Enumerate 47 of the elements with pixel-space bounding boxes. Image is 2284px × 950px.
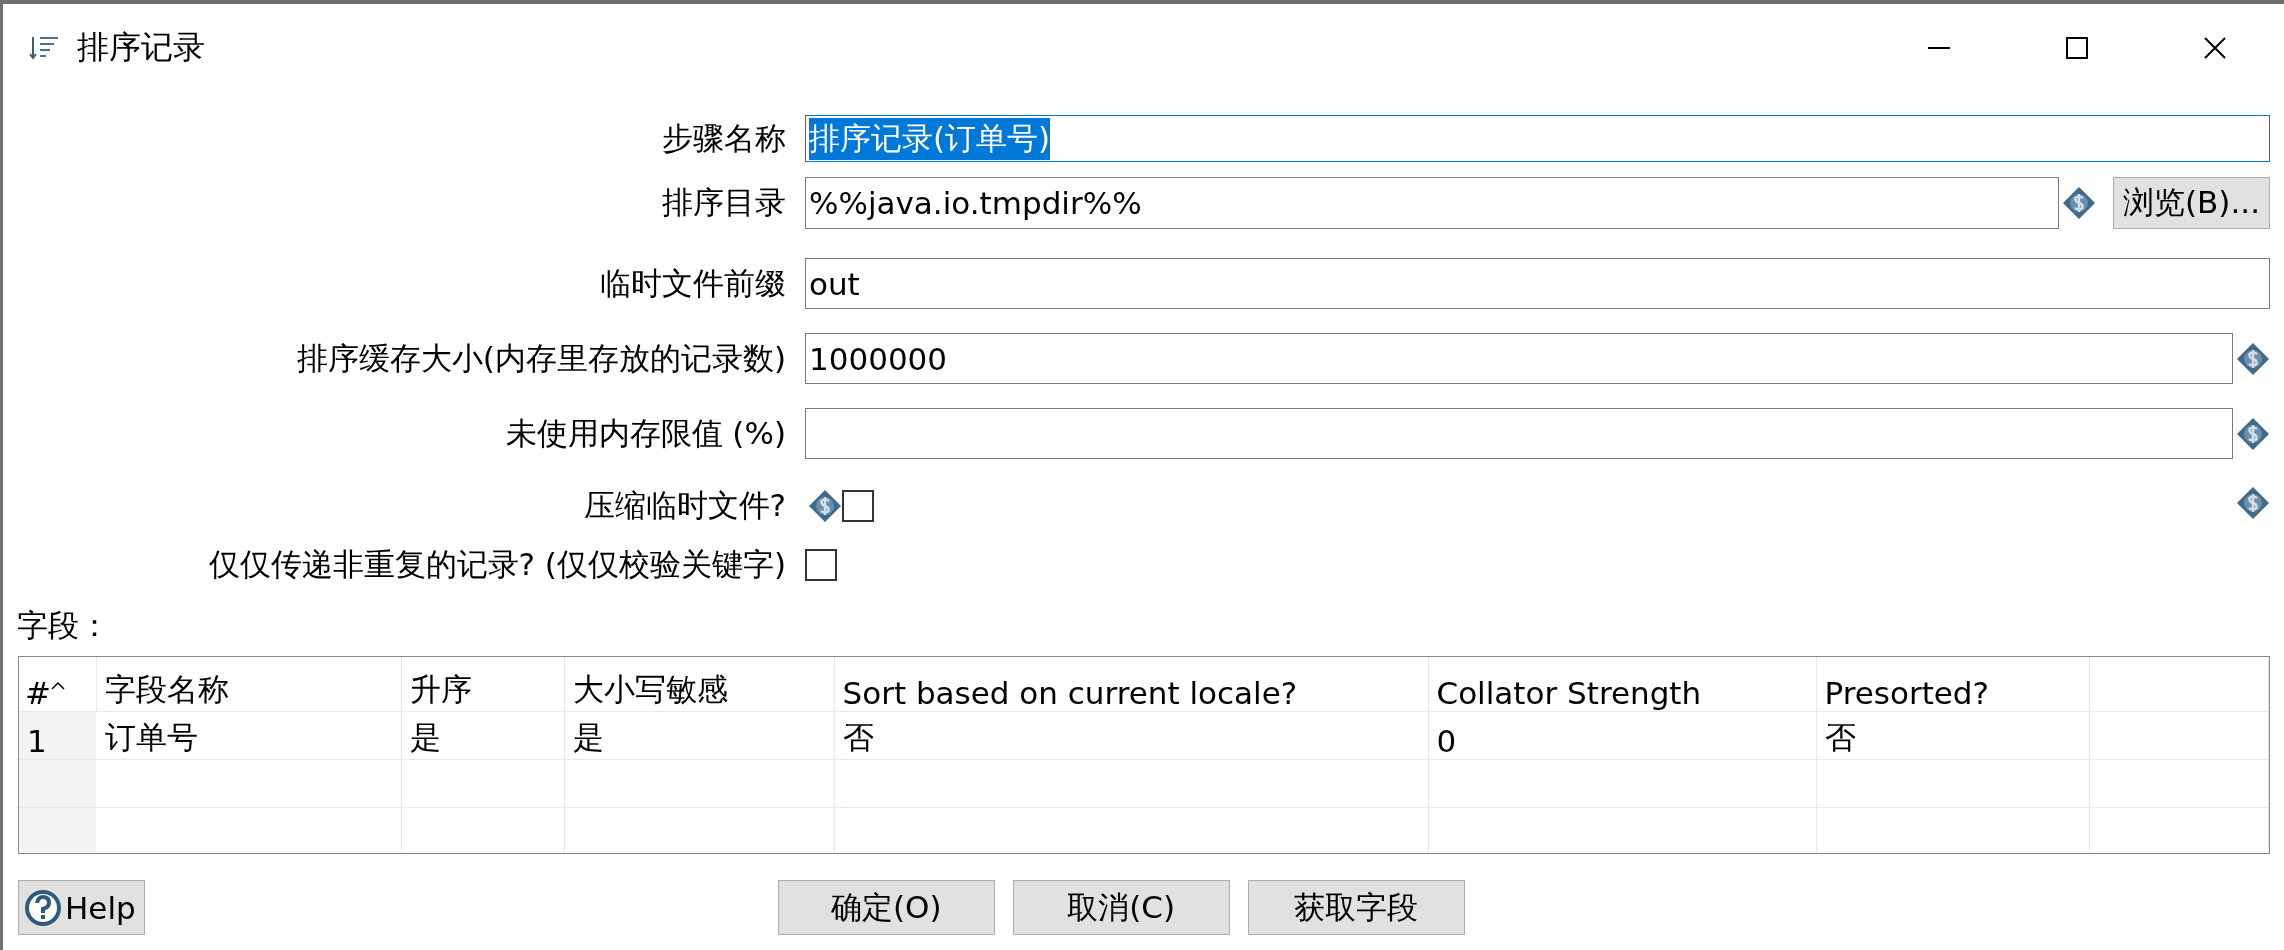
variable-icon[interactable] xyxy=(2236,341,2270,376)
text-field[interactable]: out xyxy=(805,258,2270,309)
variable-icon[interactable] xyxy=(2062,186,2096,220)
window-title: 排序记录 xyxy=(77,27,205,68)
minimize-icon xyxy=(1928,47,1950,49)
column-header[interactable]: # xyxy=(19,657,96,712)
field-label: 未使用内存限值 (%) xyxy=(504,413,786,453)
column-header[interactable]: 升序 xyxy=(401,657,564,712)
field-label: 仅仅传递非重复的记录? (仅仅校验关键字) xyxy=(207,545,786,584)
action-button[interactable]: 取消(C) xyxy=(1012,880,1230,935)
column-header[interactable]: Sort based on current locale? xyxy=(834,657,1428,712)
fields-table[interactable]: # 字段名称 升序 大小写敏感 Sort based on current locale? Collator Strength Presorted? 1 订单号 是 是 否 0 否 xyxy=(18,656,2270,854)
browse-button[interactable]: 浏览(B)... xyxy=(2113,177,2270,229)
field-label: 压缩临时文件? xyxy=(582,486,786,525)
section-label: 字段： xyxy=(17,606,111,645)
field-label: 步骤名称 xyxy=(661,118,786,158)
maximize-icon xyxy=(2066,37,2088,59)
column-header[interactable]: Collator Strength xyxy=(1428,657,1816,712)
variable-icon[interactable] xyxy=(2236,416,2270,451)
sort-caret-icon xyxy=(51,681,65,690)
checkbox[interactable] xyxy=(805,549,837,581)
text-field[interactable]: 排序记录(订单号) xyxy=(805,115,2270,162)
column-header[interactable]: 字段名称 xyxy=(96,657,401,712)
table-cell: 订单号 xyxy=(104,719,198,755)
variable-icon[interactable] xyxy=(808,489,842,523)
text-field[interactable]: 1000000 xyxy=(805,333,2233,384)
column-header[interactable]: 大小写敏感 xyxy=(564,657,834,712)
action-button[interactable]: 获取字段 xyxy=(1247,880,1465,935)
column-header[interactable]: Presorted? xyxy=(1816,657,2089,712)
table-cell: 否 xyxy=(1824,719,1856,755)
table-cell: 0 xyxy=(1436,723,1457,759)
field-label: 临时文件前缀 xyxy=(599,263,786,303)
table-cell: 是 xyxy=(572,719,604,755)
text-field[interactable]: %%java.io.tmpdir%% xyxy=(805,177,2059,229)
sort-icon xyxy=(29,35,59,61)
table-cell: 否 xyxy=(842,719,874,755)
help-button[interactable]: Help xyxy=(18,880,145,935)
field-label: 排序缓存大小(内存里存放的记录数) xyxy=(295,338,786,378)
field-label: 排序目录 xyxy=(661,183,786,222)
help-icon xyxy=(23,887,63,928)
text-field[interactable] xyxy=(805,408,2233,459)
checkbox[interactable] xyxy=(842,490,874,522)
action-button[interactable]: 确定(O) xyxy=(777,880,995,935)
close-icon xyxy=(2204,37,2226,59)
row-number: 1 xyxy=(27,723,47,759)
table-cell: 是 xyxy=(409,719,441,755)
variable-icon[interactable] xyxy=(2236,485,2270,520)
